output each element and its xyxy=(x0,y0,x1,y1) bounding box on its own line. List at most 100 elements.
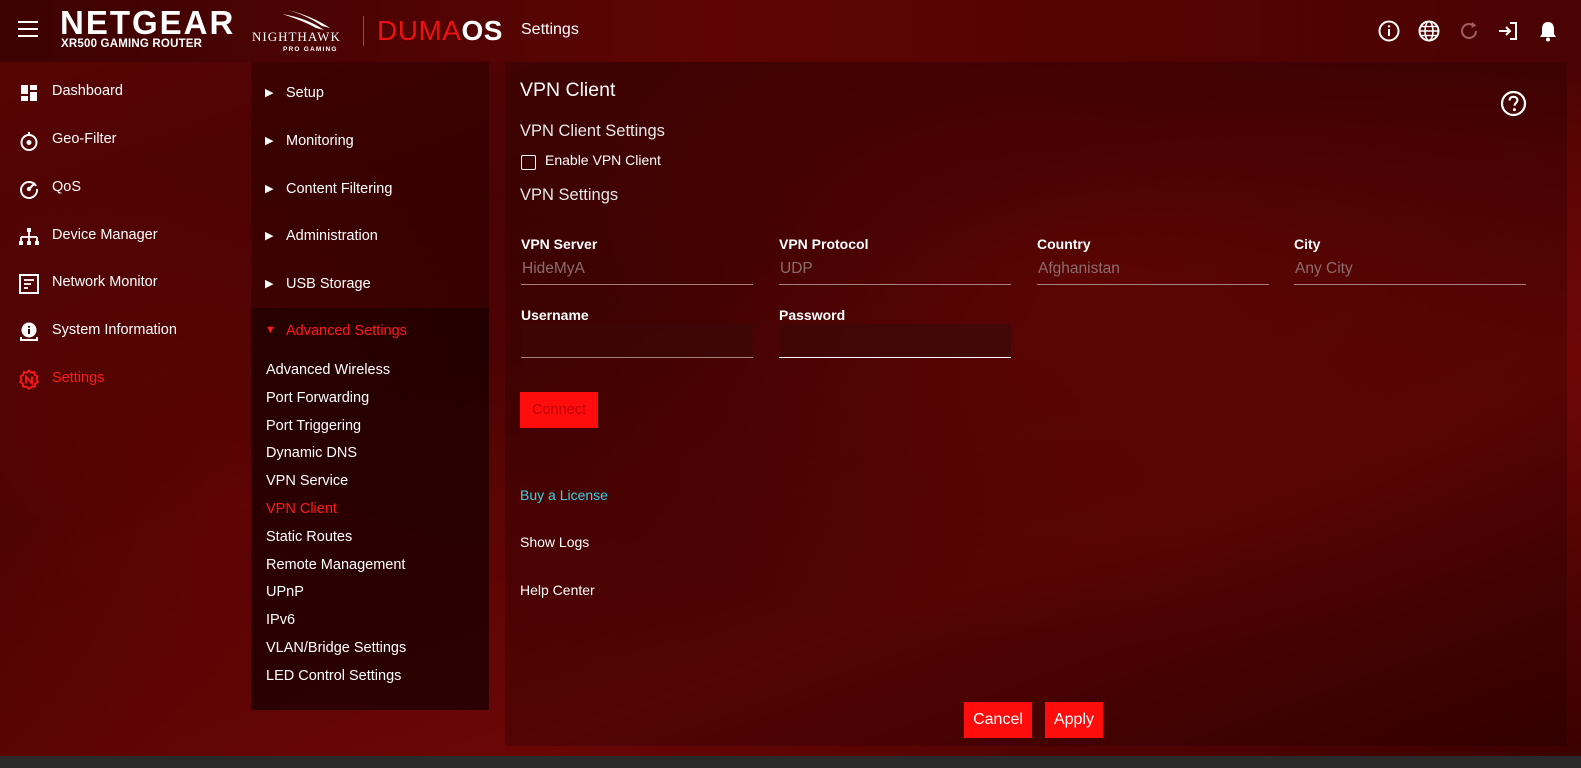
country-select[interactable]: Afghanistan xyxy=(1037,253,1269,285)
subnav-section-setup[interactable]: ▶ Setup xyxy=(251,72,489,116)
subnav-section-usb-storage[interactable]: ▶ USB Storage xyxy=(251,263,489,307)
dumaos-suffix: OS xyxy=(461,15,503,46)
caret-down-icon: ▼ xyxy=(265,324,276,336)
system-info-icon xyxy=(20,322,38,341)
sidebar-item-label: Settings xyxy=(52,370,105,386)
subnav-item-ipv6[interactable]: IPv6 xyxy=(266,612,295,628)
city-label: City xyxy=(1294,236,1321,252)
vpn-server-label: VPN Server xyxy=(521,236,598,252)
subnav-item-advanced-wireless[interactable]: Advanced Wireless xyxy=(266,362,390,378)
sidebar-item-label: QoS xyxy=(52,179,82,195)
device-manager-icon xyxy=(19,228,39,245)
help-center-link[interactable]: Help Center xyxy=(520,582,595,598)
subnav-item-static-routes[interactable]: Static Routes xyxy=(266,529,352,545)
subnav-item-led-control-settings[interactable]: LED Control Settings xyxy=(266,668,401,684)
caret-right-icon: ▶ xyxy=(265,278,274,290)
subnav-item-dynamic-dns[interactable]: Dynamic DNS xyxy=(266,445,357,461)
sidebar-item-geo-filter[interactable]: Geo-Filter xyxy=(0,121,236,161)
subnav-section-label: Advanced Settings xyxy=(286,323,407,339)
apply-button[interactable]: Apply xyxy=(1045,702,1103,738)
sidebar-item-dashboard[interactable]: Dashboard xyxy=(0,73,236,113)
city-select[interactable]: Any City xyxy=(1294,253,1526,285)
subnav-item-remote-management[interactable]: Remote Management xyxy=(266,557,405,573)
subnav-section-label: Monitoring xyxy=(286,133,354,149)
country-label: Country xyxy=(1037,236,1091,252)
bell-icon[interactable] xyxy=(1536,19,1560,43)
country-value: Afghanistan xyxy=(1038,260,1120,277)
username-label: Username xyxy=(521,307,589,323)
sidebar-item-qos[interactable]: QoS xyxy=(0,169,236,209)
show-logs-link[interactable]: Show Logs xyxy=(520,534,589,550)
vpn-client-settings-heading: VPN Client Settings xyxy=(520,122,665,140)
enable-vpn-label[interactable]: Enable VPN Client xyxy=(545,152,661,168)
subnav-section-monitoring[interactable]: ▶ Monitoring xyxy=(251,120,489,164)
subnav-item-vpn-service[interactable]: VPN Service xyxy=(266,473,348,489)
caret-right-icon: ▶ xyxy=(265,135,274,147)
dumaos-logo: DUMAOS xyxy=(377,14,503,48)
password-label: Password xyxy=(779,307,846,323)
buy-license-link[interactable]: Buy a License xyxy=(520,487,608,503)
subnav-section-label: Setup xyxy=(286,85,324,101)
subnav-section-advanced-settings[interactable]: ▼ Advanced Settings xyxy=(251,310,489,354)
subnav-item-vlan-bridge-settings[interactable]: VLAN/Bridge Settings xyxy=(266,640,406,656)
hamburger-menu-icon[interactable] xyxy=(18,21,38,39)
help-icon[interactable] xyxy=(1500,90,1527,117)
subnav-item-upnp[interactable]: UPnP xyxy=(266,584,304,600)
sidebar-item-device-manager[interactable]: Device Manager xyxy=(0,217,236,257)
vpn-protocol-select[interactable]: UDP xyxy=(779,253,1011,285)
vpn-settings-heading: VPN Settings xyxy=(520,186,619,204)
dashboard-icon xyxy=(21,85,37,101)
network-monitor-icon xyxy=(19,274,39,294)
brand-divider xyxy=(363,16,364,46)
subnav-section-label: Administration xyxy=(286,228,378,244)
refresh-icon[interactable] xyxy=(1457,19,1481,43)
logout-icon[interactable] xyxy=(1496,19,1520,43)
vpn-protocol-label: VPN Protocol xyxy=(779,236,869,252)
top-bar: NETGEAR XR500 GAMING ROUTER NIGHTHAWK PR… xyxy=(0,0,1581,62)
sidebar-item-label: System Information xyxy=(52,322,177,338)
subnav-item-port-forwarding[interactable]: Port Forwarding xyxy=(266,390,369,406)
sidebar-item-label: Dashboard xyxy=(52,83,123,99)
dumaos-prefix: DUMA xyxy=(377,15,462,46)
page-title: VPN Client xyxy=(520,79,616,101)
subnav-item-port-triggering[interactable]: Port Triggering xyxy=(266,418,361,434)
enable-vpn-checkbox[interactable] xyxy=(521,155,536,170)
sidebar-item-network-monitor[interactable]: Network Monitor xyxy=(0,264,236,304)
nighthawk-wordmark: NIGHTHAWK xyxy=(252,29,341,44)
main-sidebar: Dashboard Geo-Filter QoS Device Manager xyxy=(0,62,236,768)
page-header-title: Settings xyxy=(521,21,579,38)
sidebar-item-label: Geo-Filter xyxy=(52,131,117,147)
caret-right-icon: ▶ xyxy=(265,183,274,195)
subnav-item-vpn-client[interactable]: VPN Client xyxy=(266,501,337,517)
settings-subnav: ▶ Setup ▶ Monitoring ▶ Content Filtering… xyxy=(251,62,489,710)
settings-icon xyxy=(19,369,39,390)
cancel-button[interactable]: Cancel xyxy=(964,702,1032,738)
subnav-section-content-filtering[interactable]: ▶ Content Filtering xyxy=(251,168,489,212)
nighthawk-subtitle: PRO GAMING xyxy=(283,46,338,53)
city-value: Any City xyxy=(1295,260,1353,277)
vpn-protocol-value: UDP xyxy=(780,260,813,277)
sidebar-item-label: Network Monitor xyxy=(52,274,158,290)
geo-filter-icon xyxy=(20,132,38,151)
vpn-server-select[interactable]: HideMyA xyxy=(521,253,753,285)
vpn-server-value: HideMyA xyxy=(522,260,585,277)
caret-right-icon: ▶ xyxy=(265,230,274,242)
connect-button[interactable]: Connect xyxy=(520,392,598,428)
netgear-logo: NETGEAR xyxy=(60,4,236,41)
sidebar-item-label: Device Manager xyxy=(52,227,158,243)
caret-right-icon: ▶ xyxy=(265,87,274,99)
advanced-settings-list: ▼ Advanced Settings Advanced Wireless Po… xyxy=(251,308,489,710)
vpn-client-panel: VPN Client VPN Client Settings Enable VP… xyxy=(505,62,1567,746)
router-model: XR500 GAMING ROUTER xyxy=(61,38,203,50)
info-icon[interactable] xyxy=(1377,19,1401,43)
bottom-strip xyxy=(0,756,1581,768)
globe-icon[interactable] xyxy=(1417,19,1441,43)
subnav-section-administration[interactable]: ▶ Administration xyxy=(251,215,489,259)
subnav-section-label: USB Storage xyxy=(286,276,371,292)
subnav-section-label: Content Filtering xyxy=(286,181,393,197)
sidebar-item-settings[interactable]: Settings xyxy=(0,360,236,400)
password-field[interactable] xyxy=(779,324,1011,358)
qos-icon xyxy=(20,181,39,199)
sidebar-item-system-information[interactable]: System Information xyxy=(0,312,236,352)
username-field[interactable] xyxy=(521,324,753,358)
